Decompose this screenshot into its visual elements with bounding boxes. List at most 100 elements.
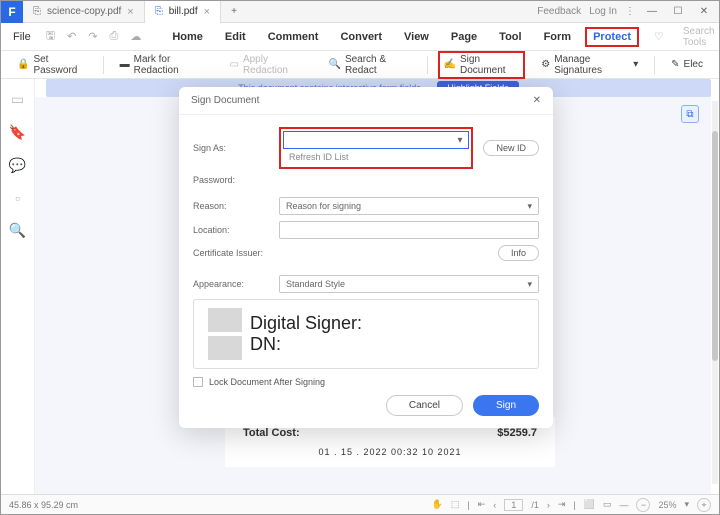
menu-comment[interactable]: Comment [260, 27, 327, 47]
marker-icon: ▬ [120, 59, 130, 70]
signature-icon: ✍ [444, 59, 456, 70]
apply-redaction-button: ▭Apply Redaction [224, 51, 313, 79]
checkbox-icon [193, 377, 203, 387]
save-icon[interactable]: 🖫 [43, 27, 58, 46]
first-page-icon[interactable]: ⇤ [478, 499, 486, 510]
appearance-label: Appearance: [193, 279, 269, 289]
sign-as-group: ▾ Refresh ID List [279, 127, 473, 169]
zoom-out-icon[interactable]: − [636, 498, 650, 512]
apply-icon: ▭ [230, 59, 239, 70]
dialog-title: Sign Document [191, 95, 259, 106]
pdf-icon: ⎘ [33, 6, 41, 17]
menu-page[interactable]: Page [443, 27, 485, 47]
comment-icon[interactable]: 💬 [9, 157, 26, 174]
search-redact-button[interactable]: 🔍Search & Redact [322, 51, 416, 79]
chevron-down-icon: ▾ [527, 201, 532, 212]
preview-line2: DN: [250, 334, 362, 355]
sign-as-label: Sign As: [193, 143, 269, 153]
app-icon: F [1, 1, 23, 23]
reason-label: Reason: [193, 201, 269, 211]
page-input[interactable]: 1 [504, 499, 523, 511]
dimensions-label: 45.86 x 95.29 cm [9, 500, 78, 510]
vertical-scrollbar[interactable] [712, 101, 718, 484]
next-page-icon[interactable]: › [547, 500, 550, 510]
menu-edit[interactable]: Edit [217, 27, 254, 47]
cloud-icon[interactable]: ☁ [127, 30, 144, 43]
close-window-icon[interactable]: ✕ [695, 6, 713, 17]
mark-redaction-button[interactable]: ▬Mark for Redaction [114, 51, 214, 79]
zoom-in-icon[interactable]: + [697, 498, 711, 512]
page-total: /1 [531, 500, 539, 510]
sign-document-button[interactable]: ✍Sign Document [438, 51, 526, 79]
status-bar: 45.86 x 95.29 cm ✋ ⬚ | ⇤ ‹ 1 /1 › ⇥ | ⬜ … [1, 494, 719, 514]
thumbnails-icon[interactable]: ▭ [11, 91, 24, 108]
set-password-button[interactable]: 🔒Set Password [11, 51, 93, 79]
chevron-down-icon: ▾ [633, 59, 638, 70]
electronic-button[interactable]: ✎Elec [665, 56, 709, 73]
tab-science[interactable]: ⎘ science-copy.pdf × [23, 1, 145, 23]
cert-issuer-label: Certificate Issuer: [193, 248, 269, 258]
protect-toolbar: 🔒Set Password ▬Mark for Redaction ▭Apply… [1, 51, 719, 79]
prev-page-icon[interactable]: ‹ [493, 500, 496, 510]
sign-as-dropdown[interactable]: ▾ [283, 131, 469, 149]
doc-date: 01 . 15 . 2022 00:32 10 2021 [243, 447, 537, 457]
left-sidebar: ▭ 🔖 💬 ▫ 🔍 [1, 79, 35, 494]
location-input[interactable] [279, 221, 539, 239]
search-icon: 🔍 [328, 59, 340, 70]
lock-label: Lock Document After Signing [209, 377, 325, 387]
minimize-icon[interactable]: — [643, 6, 661, 17]
zoom-value[interactable]: 25% [658, 500, 676, 510]
sign-document-dialog: Sign Document ✕ Sign As: ▾ Refresh ID Li… [179, 87, 553, 428]
total-value: $5259.7 [497, 427, 537, 439]
menu-view[interactable]: View [396, 27, 437, 47]
close-icon[interactable]: ✕ [533, 95, 541, 106]
fit-width-icon[interactable]: ▭ [603, 499, 612, 510]
sign-button[interactable]: Sign [473, 395, 539, 416]
close-icon[interactable]: × [204, 6, 210, 18]
fit-window-icon[interactable]: ⬜ [584, 499, 595, 510]
title-bar: F ⎘ science-copy.pdf × ⎘ bill.pdf × + Fe… [1, 1, 719, 23]
bookmark-icon[interactable]: 🔖 [9, 124, 26, 141]
new-id-button[interactable]: New ID [483, 140, 539, 156]
more-icon[interactable]: ⋮ [625, 6, 635, 17]
feedback-link[interactable]: Feedback [537, 6, 581, 17]
login-link[interactable]: Log In [589, 6, 617, 17]
hand-icon[interactable]: ✋ [432, 499, 443, 510]
placeholder-rect [208, 336, 242, 360]
menu-form[interactable]: Form [536, 27, 580, 47]
redo-icon[interactable]: ↷ [85, 30, 100, 43]
bulb-icon[interactable]: ♡ [651, 30, 667, 43]
chevron-down-icon: ▾ [527, 279, 532, 290]
attachment-icon[interactable]: ▫ [15, 190, 20, 206]
reason-dropdown[interactable]: Reason for signing▾ [279, 197, 539, 215]
accessibility-icon[interactable]: ⧉ [681, 105, 699, 123]
tab-label: science-copy.pdf [47, 6, 121, 17]
appearance-dropdown[interactable]: Standard Style▾ [279, 275, 539, 293]
password-label: Password: [193, 175, 269, 185]
menu-protect[interactable]: Protect [585, 27, 639, 47]
last-page-icon[interactable]: ⇥ [558, 499, 566, 510]
lock-icon: 🔒 [17, 59, 29, 70]
refresh-id-link[interactable]: Refresh ID List [283, 149, 469, 165]
manage-signatures-button[interactable]: ⚙Manage Signatures ▾ [535, 51, 644, 79]
scroll-thumb[interactable] [712, 131, 718, 361]
menu-home[interactable]: Home [164, 27, 211, 47]
chevron-down-icon[interactable]: ▾ [684, 499, 689, 510]
close-icon[interactable]: × [127, 6, 133, 18]
lock-document-checkbox[interactable]: Lock Document After Signing [193, 377, 539, 387]
search-tools[interactable]: Search Tools [673, 26, 720, 48]
undo-icon[interactable]: ↶ [64, 30, 79, 43]
maximize-icon[interactable]: ☐ [669, 6, 687, 17]
search-icon[interactable]: 🔍 [9, 222, 26, 239]
new-tab-button[interactable]: + [221, 1, 247, 23]
tab-bill[interactable]: ⎘ bill.pdf × [145, 1, 221, 23]
menu-convert[interactable]: Convert [332, 27, 390, 47]
select-icon[interactable]: ⬚ [451, 499, 460, 510]
menu-tool[interactable]: Tool [491, 27, 529, 47]
print-icon[interactable]: ⎙ [107, 30, 122, 43]
info-button[interactable]: Info [498, 245, 539, 261]
pen-icon: ✎ [671, 59, 679, 70]
cancel-button[interactable]: Cancel [386, 395, 463, 416]
file-menu[interactable]: File [7, 31, 37, 43]
tab-label: bill.pdf [169, 6, 198, 17]
